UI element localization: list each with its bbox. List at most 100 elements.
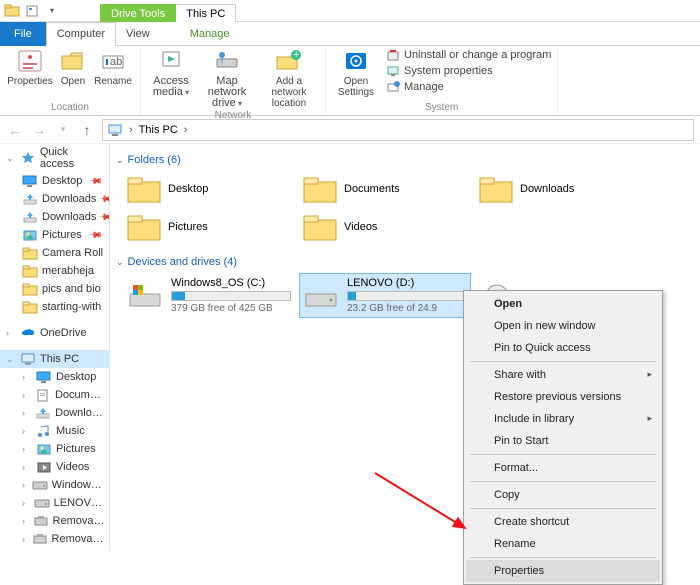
folders-group-header[interactable]: ⌄ Folders (6)	[114, 150, 700, 172]
ctx-format[interactable]: Format...	[466, 457, 660, 479]
sidebar-item-lenovo-d-[interactable]: ›LENOVO (D:)	[0, 494, 109, 512]
sidebar-item-pictures[interactable]: ›Pictures	[0, 440, 109, 458]
pictures-icon	[22, 228, 38, 242]
breadcrumb-sep-icon[interactable]	[182, 124, 190, 136]
folder-icon	[126, 174, 162, 204]
sidebar-item-starting-with[interactable]: starting-with	[0, 298, 109, 316]
sidebar-item-desktop[interactable]: Desktop 📌	[0, 172, 109, 190]
uninstall-icon	[386, 48, 400, 62]
sidebar-item-camera-roll[interactable]: Camera Roll	[0, 244, 109, 262]
properties-label: Properties	[7, 76, 53, 87]
access-media-label: Access media	[147, 76, 195, 98]
removable-icon	[32, 532, 48, 546]
properties-qat-icon[interactable]	[24, 4, 40, 18]
drives-group-header[interactable]: ⌄ Devices and drives (4)	[114, 252, 700, 274]
sidebar-item-label: Pictures	[42, 229, 82, 241]
sidebar-quick-access[interactable]: ⌄ Quick access	[0, 144, 109, 172]
sidebar-item-downloads[interactable]: Downloads📌	[0, 190, 109, 208]
computer-tab[interactable]: Computer	[46, 22, 116, 46]
ctx-separator	[470, 508, 656, 509]
downloads-icon	[22, 192, 38, 206]
recent-dropdown[interactable]: ▾	[54, 124, 72, 135]
open-settings-button[interactable]: Open Settings	[332, 48, 380, 98]
sidebar-item-music[interactable]: ›Music	[0, 422, 109, 440]
ctx-pin-quick-access[interactable]: Pin to Quick access	[466, 337, 660, 359]
sidebar-item-merabheja[interactable]: merabheja	[0, 262, 109, 280]
open-button[interactable]: Open	[56, 48, 90, 87]
this-pc-icon	[20, 352, 36, 366]
view-tab[interactable]: View	[116, 22, 160, 46]
contextual-tab-drive-tools[interactable]: Drive Tools	[100, 4, 176, 22]
desktop-icon	[36, 370, 52, 384]
sidebar-item-label: Pictures	[56, 443, 96, 455]
sidebar-item-pictures[interactable]: Pictures📌	[0, 226, 109, 244]
breadcrumb-this-pc[interactable]: This PC	[139, 124, 178, 136]
star-icon	[20, 151, 36, 165]
properties-button[interactable]: Properties	[6, 48, 54, 87]
file-tab[interactable]: File	[0, 22, 46, 46]
ctx-pin-start[interactable]: Pin to Start	[466, 430, 660, 452]
ctx-open[interactable]: Open	[466, 293, 660, 315]
drive-windows8-os-c-[interactable]: Windows8_OS (C:)379 GB free of 425 GB	[124, 274, 294, 317]
documents-icon	[35, 388, 51, 402]
back-button[interactable]: ←	[6, 122, 24, 138]
title-bar: ▾ Drive Tools This PC	[0, 0, 700, 22]
sidebar-item-label: Downloads	[42, 211, 96, 223]
address-bar[interactable]: This PC	[102, 119, 694, 141]
pin-icon: 📌	[88, 173, 104, 189]
ribbon-group-system-label: System	[332, 101, 551, 115]
folder-icon	[302, 174, 338, 204]
access-media-icon	[156, 48, 186, 74]
ctx-rename[interactable]: Rename	[466, 533, 660, 555]
sidebar-item-label: Camera Roll	[42, 247, 103, 259]
ctx-include-library[interactable]: Include in library	[466, 408, 660, 430]
add-network-label: Add a network location	[259, 76, 319, 109]
folder-desktop[interactable]: Desktop	[124, 172, 294, 206]
folder-icon	[22, 282, 38, 296]
add-network-location-button[interactable]: + Add a network location	[259, 48, 319, 109]
ribbon-group-location: Properties Open ab Rename Location	[0, 48, 141, 115]
sidebar-item-videos[interactable]: ›Videos	[0, 458, 109, 476]
uninstall-program-button[interactable]: Uninstall or change a program	[386, 48, 551, 62]
ctx-open-new-window[interactable]: Open in new window	[466, 315, 660, 337]
forward-button[interactable]: →	[30, 122, 48, 138]
ctx-properties[interactable]: Properties	[466, 560, 660, 582]
sidebar-item-desktop[interactable]: ›Desktop	[0, 368, 109, 386]
sidebar-item-label: Videos	[56, 461, 89, 473]
folder-videos[interactable]: Videos	[300, 210, 470, 244]
manage-tab[interactable]: Manage	[180, 22, 240, 46]
sidebar-item-removable-disk[interactable]: ›Removable Disk	[0, 512, 109, 530]
rename-button[interactable]: ab Rename	[92, 48, 134, 87]
breadcrumb-sep-icon[interactable]	[127, 124, 135, 136]
window-title: This PC	[176, 4, 236, 22]
sidebar-item-removable-disk-i-[interactable]: ›Removable Disk (I:)	[0, 530, 109, 548]
ctx-copy[interactable]: Copy	[466, 484, 660, 506]
up-button[interactable]: ↑	[78, 122, 96, 138]
sidebar-item-downloads[interactable]: Downloads📌	[0, 208, 109, 226]
system-properties-button[interactable]: System properties	[386, 64, 551, 78]
sidebar-onedrive[interactable]: › OneDrive	[0, 324, 109, 342]
sidebar-item-documents[interactable]: ›Documents	[0, 386, 109, 404]
sidebar-this-pc[interactable]: ⌄ This PC	[0, 350, 109, 368]
folder-pictures[interactable]: Pictures	[124, 210, 294, 244]
sidebar-item-label: Desktop	[42, 175, 82, 187]
folder-downloads[interactable]: Downloads	[476, 172, 646, 206]
folder-icon	[478, 174, 514, 204]
access-media-button[interactable]: Access media	[147, 48, 195, 98]
sidebar-item-downloads[interactable]: ›Downloads	[0, 404, 109, 422]
folder-documents[interactable]: Documents	[300, 172, 470, 206]
chevron-down-icon: ⌄	[116, 257, 124, 268]
navigation-pane: ⌄ Quick access Desktop📌Downloads📌Downloa…	[0, 144, 110, 551]
qat-dropdown-icon[interactable]: ▾	[44, 4, 60, 18]
sidebar-item-pics-and-bio[interactable]: pics and bio	[0, 280, 109, 298]
drive-lenovo-d-[interactable]: LENOVO (D:)23.2 GB free of 24.9	[300, 274, 470, 317]
folder-icon	[22, 300, 38, 314]
ctx-restore-previous[interactable]: Restore previous versions	[466, 386, 660, 408]
sidebar-item-label: Windows8_OS (C:)	[52, 479, 105, 491]
map-network-drive-button[interactable]: Map network drive	[197, 48, 257, 109]
manage-button[interactable]: Manage	[386, 80, 551, 94]
drive-icon	[32, 478, 48, 492]
ctx-create-shortcut[interactable]: Create shortcut	[466, 511, 660, 533]
sidebar-item-windows8-os-c-[interactable]: ›Windows8_OS (C:)	[0, 476, 109, 494]
ctx-share-with[interactable]: Share with	[466, 364, 660, 386]
